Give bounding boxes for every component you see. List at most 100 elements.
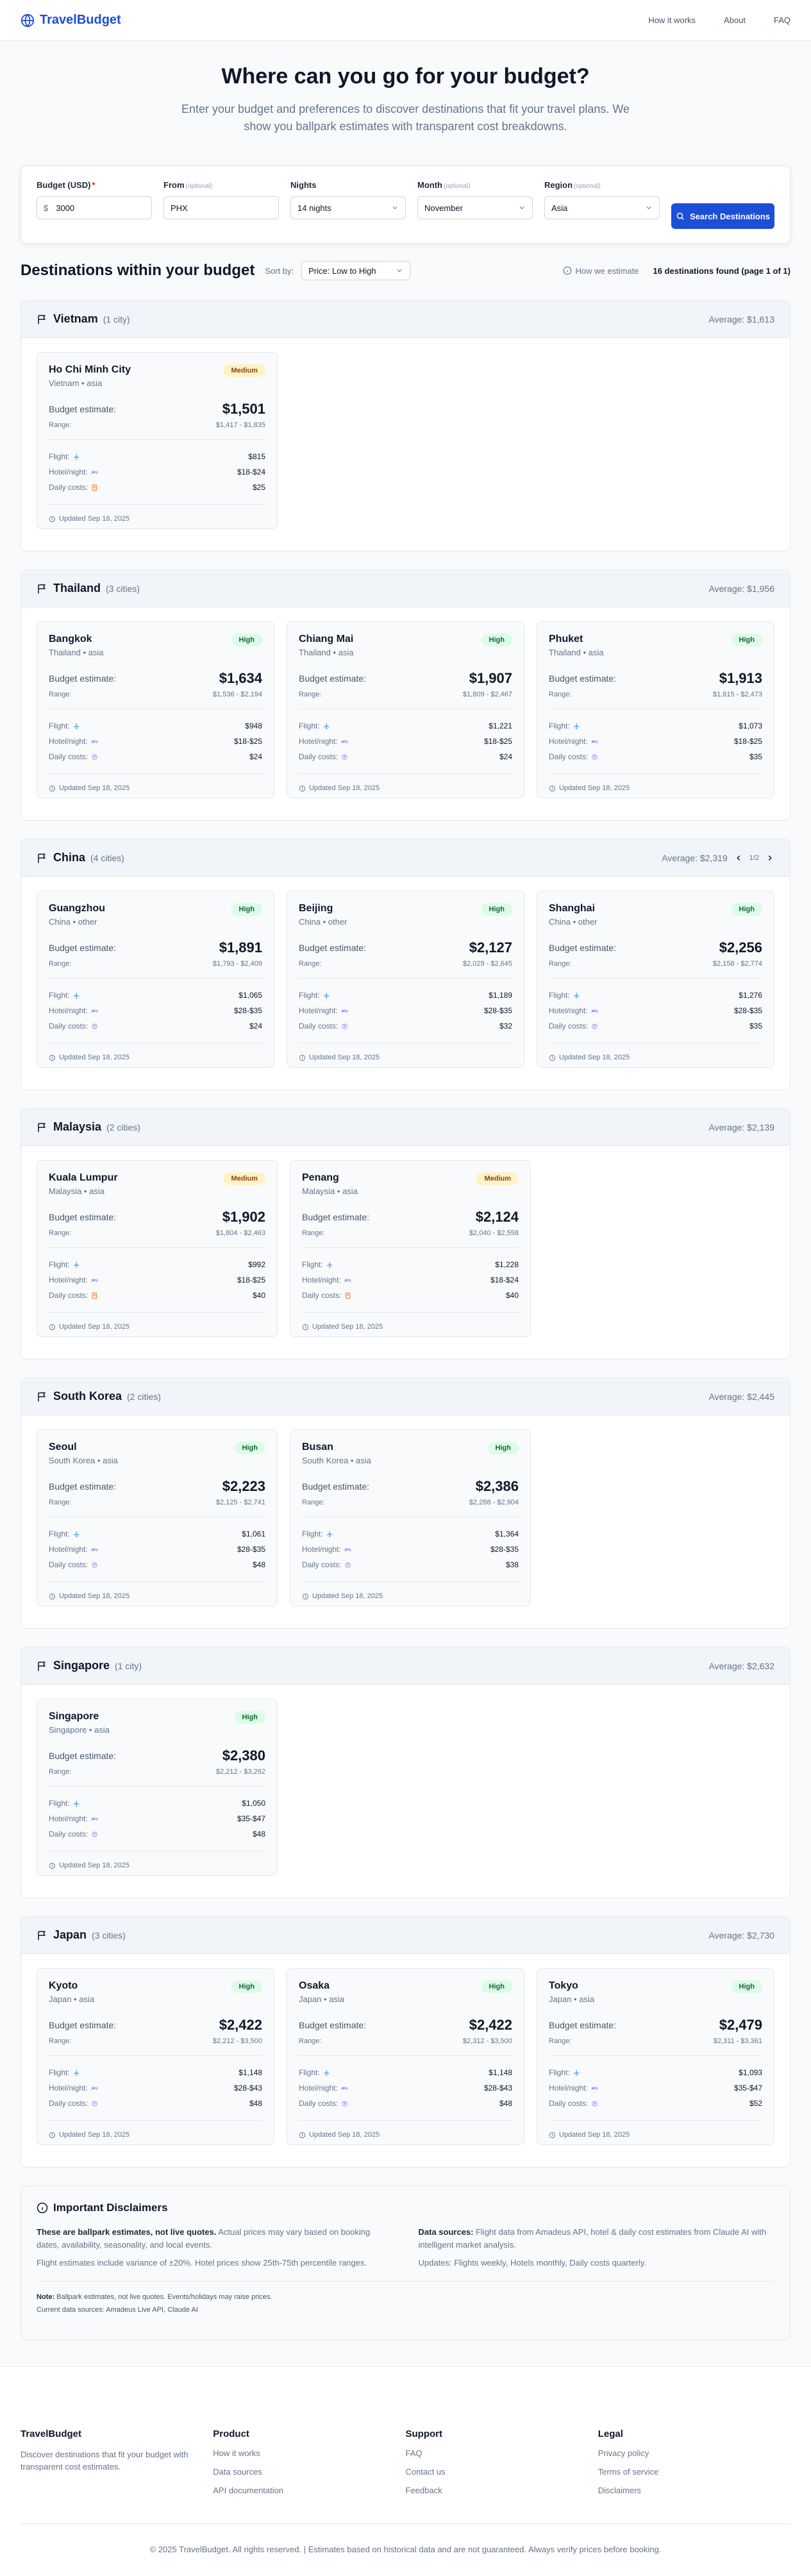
nights-select[interactable]: 14 nights	[290, 196, 406, 219]
destination-card[interactable]: Kuala Lumpur Malaysia • asia Medium Budg…	[37, 1160, 278, 1337]
footer-link-terms[interactable]: Terms of service	[598, 2467, 790, 2486]
daily-label: Daily costs:	[299, 1022, 339, 1031]
footer-copyright: © 2025 TravelBudget. All rights reserved…	[21, 2523, 790, 2554]
city-subtitle: Japan • asia	[299, 1994, 345, 2004]
how-we-estimate-link[interactable]: How we estimate	[563, 266, 639, 276]
bed-icon	[91, 1815, 98, 1823]
nav-faq[interactable]: FAQ	[774, 15, 790, 25]
pager-indicator: 1/2	[749, 854, 759, 862]
nights-field: Nights 14 nights	[290, 180, 406, 243]
updated-date: Updated Sep 18, 2025	[59, 1862, 130, 1869]
flight-label: Flight:	[49, 452, 70, 461]
estimate-label: Budget estimate:	[49, 2020, 117, 2030]
search-destinations-button[interactable]: Search Destinations	[671, 203, 774, 229]
footer-link-contact[interactable]: Contact us	[406, 2467, 598, 2486]
coin-icon	[91, 1562, 98, 1569]
bed-icon	[91, 469, 98, 476]
country-average: Average: $2,632	[708, 1660, 775, 1671]
budget-estimate: $2,380	[222, 1747, 265, 1764]
hotel-cost: $18-$25	[733, 737, 762, 746]
month-select[interactable]: November	[417, 196, 533, 219]
chevron-right-icon[interactable]	[765, 854, 774, 863]
destination-card[interactable]: Shanghai China • other High Budget estim…	[537, 891, 774, 1068]
from-input[interactable]: PHX	[163, 196, 279, 219]
destination-card[interactable]: Chiang Mai Thailand • asia High Budget e…	[287, 621, 524, 798]
destination-card[interactable]: Beijing China • other High Budget estima…	[287, 891, 524, 1068]
clock-icon	[299, 785, 306, 792]
country-section: South Korea (2 cities) Average: $2,445 S…	[21, 1377, 790, 1629]
confidence-badge: High	[231, 634, 262, 646]
site-footer: TravelBudget Discover destinations that …	[0, 2366, 811, 2576]
brand-logo[interactable]: TravelBudget	[21, 13, 121, 28]
destination-card[interactable]: Singapore Singapore • asia High Budget e…	[37, 1699, 278, 1876]
destination-card[interactable]: Guangzhou China • other High Budget esti…	[37, 891, 274, 1068]
country-header: China (4 cities) Average: $2,319 1/2	[21, 839, 790, 877]
footer-link-faq[interactable]: FAQ	[406, 2448, 598, 2467]
range-label: Range:	[49, 960, 72, 968]
plane-icon	[323, 2069, 330, 2076]
destination-card[interactable]: Bangkok Thailand • asia High Budget esti…	[37, 621, 274, 798]
plane-icon	[73, 2069, 80, 2076]
region-select[interactable]: Asia	[544, 196, 660, 219]
clock-icon	[49, 1324, 56, 1331]
estimate-range: $2,125 - $2,741	[215, 1499, 265, 1506]
budget-estimate: $2,386	[475, 1478, 519, 1494]
destination-card[interactable]: Ho Chi Minh City Vietnam • asia Medium B…	[37, 352, 278, 529]
footer-link-feedback[interactable]: Feedback	[406, 2486, 598, 2504]
chevron-left-icon[interactable]	[734, 854, 743, 863]
coin-icon	[91, 753, 98, 761]
country-section: Singapore (1 city) Average: $2,632 Singa…	[21, 1647, 790, 1898]
city-count: (2 cities)	[127, 1391, 161, 1402]
daily-cost: $48	[252, 1830, 265, 1839]
nav-how-it-works[interactable]: How it works	[648, 15, 696, 25]
range-label: Range:	[549, 960, 572, 968]
sort-select[interactable]: Price: Low to High	[301, 261, 411, 280]
daily-label: Daily costs:	[299, 752, 339, 761]
footer-link-privacy[interactable]: Privacy policy	[598, 2448, 790, 2467]
updated-date: Updated Sep 18, 2025	[59, 2131, 130, 2139]
footer-link-data-sources[interactable]: Data sources	[213, 2467, 405, 2486]
estimate-range: $2,312 - $3,500	[462, 2037, 512, 2045]
footer-brand-name: TravelBudget	[21, 2429, 82, 2439]
city-subtitle: Japan • asia	[549, 1994, 595, 2004]
city-name: Ho Chi Minh City	[49, 364, 131, 375]
hotel-label: Hotel/night:	[299, 1006, 338, 1015]
bed-icon	[591, 2085, 598, 2092]
destination-card[interactable]: Busan South Korea • asia High Budget est…	[290, 1429, 531, 1606]
estimate-label: Budget estimate:	[49, 673, 117, 684]
country-header: Thailand (3 cities) Average: $1,956	[21, 570, 790, 607]
estimate-label: Budget estimate:	[49, 1481, 117, 1492]
destination-card[interactable]: Tokyo Japan • asia High Budget estimate:…	[537, 1968, 774, 2145]
budget-input[interactable]: $ 3000	[37, 196, 152, 219]
clock-icon	[299, 2132, 306, 2139]
destination-card[interactable]: Phuket Thailand • asia High Budget estim…	[537, 621, 774, 798]
city-subtitle: Japan • asia	[49, 1994, 95, 2004]
destination-card[interactable]: Kyoto Japan • asia High Budget estimate:…	[37, 1968, 274, 2145]
flag-icon	[37, 1391, 48, 1402]
destination-card[interactable]: Osaka Japan • asia High Budget estimate:…	[287, 1968, 524, 2145]
city-subtitle: Thailand • asia	[49, 648, 104, 657]
city-grid: Ho Chi Minh City Vietnam • asia Medium B…	[21, 338, 790, 529]
destination-card[interactable]: Penang Malaysia • asia Medium Budget est…	[290, 1160, 531, 1337]
destination-card[interactable]: Seoul South Korea • asia High Budget est…	[37, 1429, 278, 1606]
bed-icon	[591, 1007, 598, 1014]
hotel-label: Hotel/night:	[49, 1275, 88, 1284]
clock-icon	[49, 1862, 56, 1869]
flight-label: Flight:	[49, 1260, 70, 1269]
footer-link-how-it-works[interactable]: How it works	[213, 2448, 405, 2467]
updated-date: Updated Sep 18, 2025	[559, 1054, 630, 1061]
nav-about[interactable]: About	[724, 15, 746, 25]
bed-icon	[91, 2085, 98, 2092]
footer-link-disclaimers[interactable]: Disclaimers	[598, 2486, 790, 2504]
footer-legal: Legal Privacy policy Terms of service Di…	[598, 2429, 790, 2504]
bed-icon	[341, 1007, 348, 1014]
city-name: Phuket	[549, 634, 583, 644]
estimate-label: Budget estimate:	[299, 2020, 367, 2030]
daily-label: Daily costs:	[49, 752, 88, 761]
daily-label: Daily costs:	[49, 1830, 88, 1839]
estimate-range: $1,536 - $2,194	[212, 691, 262, 698]
range-label: Range:	[49, 421, 72, 429]
country-name: Thailand	[53, 582, 101, 594]
footer-link-api-docs[interactable]: API documentation	[213, 2486, 405, 2504]
page-title: Where can you go for your budget?	[221, 64, 590, 88]
